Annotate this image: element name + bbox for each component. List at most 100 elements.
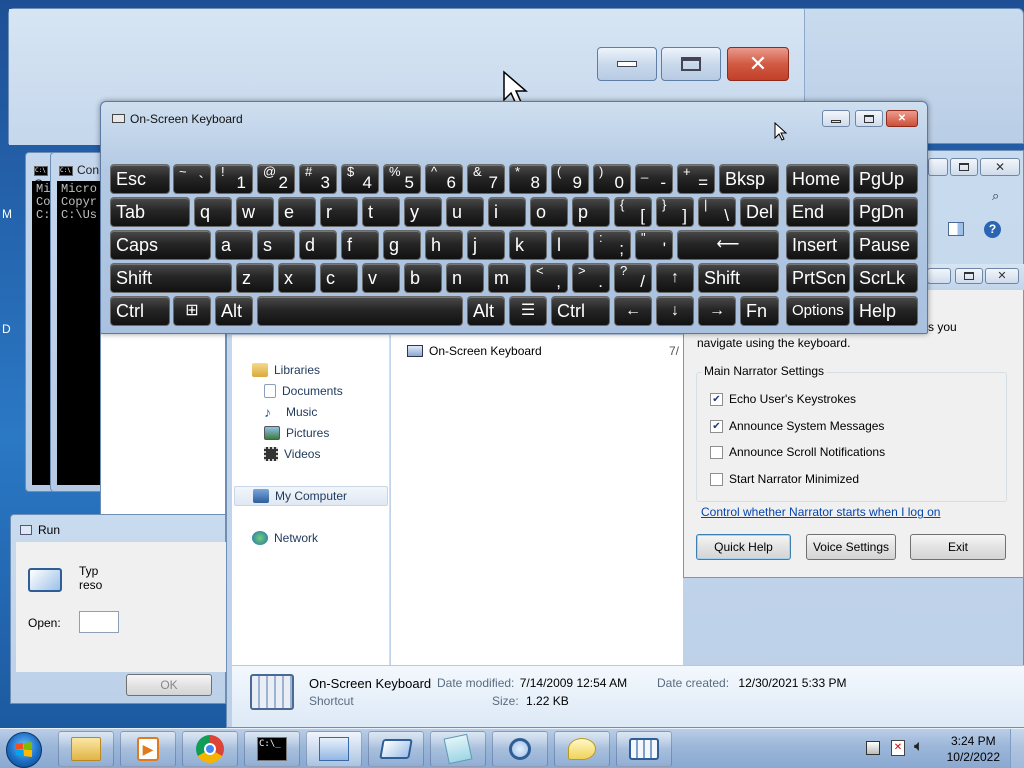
option-announce-scroll-notifications[interactable]: Announce Scroll Notifications — [710, 445, 885, 459]
key-ctrl[interactable]: Ctrl — [110, 296, 170, 326]
key-home[interactable]: Home — [786, 164, 850, 194]
taskbar-osk-running[interactable] — [616, 731, 672, 767]
taskbar-chrome[interactable] — [182, 731, 238, 767]
key-1[interactable]: ! 1 — [215, 164, 253, 194]
checkbox-checked-icon[interactable]: ✔ — [710, 392, 723, 406]
key-shift[interactable]: Shift — [698, 263, 779, 293]
key-scrlk[interactable]: ScrLk — [853, 263, 918, 293]
key-x[interactable]: x — [278, 263, 316, 293]
key-del[interactable]: Del — [740, 197, 779, 227]
show-desktop-button[interactable] — [1010, 729, 1024, 768]
key-v[interactable]: v — [362, 263, 400, 293]
key-caps[interactable]: Caps — [110, 230, 211, 260]
tray-network-icon[interactable] — [866, 741, 880, 755]
down-arrow-key[interactable]: ↓ — [656, 296, 694, 326]
quick-help-button[interactable]: Quick Help — [696, 534, 791, 560]
key-=[interactable]: + = — [677, 164, 715, 194]
key-h[interactable]: h — [425, 230, 463, 260]
narrator-startup-link[interactable]: Control whether Narrator starts when I l… — [701, 505, 940, 519]
narrator-close-button[interactable]: ✕ — [985, 268, 1019, 284]
key-0[interactable]: ) 0 — [593, 164, 631, 194]
key-k[interactable]: k — [509, 230, 547, 260]
key-j[interactable]: j — [467, 230, 505, 260]
key-insert[interactable]: Insert — [786, 230, 850, 260]
key-9[interactable]: (9 — [551, 164, 589, 194]
taskbar-notepad[interactable] — [430, 731, 486, 767]
key-7[interactable]: & 7 — [467, 164, 505, 194]
checkbox-unchecked-icon[interactable] — [710, 472, 723, 486]
explorer-maximize-button[interactable] — [950, 158, 978, 176]
taskbar-media-player[interactable]: ▶ — [120, 731, 176, 767]
osk-maximize-button[interactable] — [855, 110, 883, 127]
nav-item-music[interactable]: ♪ Music — [264, 402, 317, 422]
windows-key[interactable]: ⊞ — [173, 296, 211, 326]
key-w[interactable]: w — [236, 197, 274, 227]
key-alt[interactable]: Alt — [467, 296, 505, 326]
key-prtscn[interactable]: PrtScn — [786, 263, 850, 293]
key-options[interactable]: Options — [786, 296, 850, 326]
key-g[interactable]: g — [383, 230, 421, 260]
background-minimize-button[interactable] — [597, 47, 657, 81]
key-bksp[interactable]: Bksp — [719, 164, 779, 194]
explorer-minimize-button[interactable] — [928, 158, 948, 176]
run-open-input[interactable] — [79, 611, 119, 633]
key-6[interactable]: ^ 6 — [425, 164, 463, 194]
key-[[interactable]: {[ — [614, 197, 652, 227]
space-key[interactable] — [257, 296, 463, 326]
key-pgup[interactable]: PgUp — [853, 164, 918, 194]
key-u[interactable]: u — [446, 197, 484, 227]
key-ctrl[interactable]: Ctrl — [551, 296, 610, 326]
key-e[interactable]: e — [278, 197, 316, 227]
key-d[interactable]: d — [299, 230, 337, 260]
key-8[interactable]: * 8 — [509, 164, 547, 194]
key-tab[interactable]: Tab — [110, 197, 190, 227]
key-`[interactable]: ~ ` — [173, 164, 211, 194]
preview-pane-icon[interactable] — [948, 222, 964, 236]
key--[interactable]: _ - — [635, 164, 673, 194]
left-arrow-key[interactable]: ← — [614, 296, 652, 326]
taskbar-magnifier[interactable] — [492, 731, 548, 767]
tray-clock[interactable]: 3:24 PM 10/2/2022 — [947, 733, 1000, 765]
nav-item-my-computer[interactable]: My Computer — [234, 486, 388, 506]
key-l[interactable]: l — [551, 230, 589, 260]
key-i[interactable]: i — [488, 197, 526, 227]
key-5[interactable]: % 5 — [383, 164, 421, 194]
key-o[interactable]: o — [530, 197, 568, 227]
option-announce-system-messages[interactable]: ✔ Announce System Messages — [710, 419, 884, 433]
search-icon[interactable]: ⌕ — [992, 188, 1008, 204]
key-shift[interactable]: Shift — [110, 263, 232, 293]
key-end[interactable]: End — [786, 197, 850, 227]
menu-key[interactable]: ☰ — [509, 296, 547, 326]
key-c[interactable]: c — [320, 263, 358, 293]
key-fn[interactable]: Fn — [740, 296, 779, 326]
enter-key[interactable]: ⟵ — [677, 230, 779, 260]
key-y[interactable]: y — [404, 197, 442, 227]
option-echo-keystrokes[interactable]: ✔ Echo User's Keystrokes — [710, 392, 856, 406]
taskbar-file-explorer[interactable] — [58, 731, 114, 767]
start-button[interactable] — [6, 732, 42, 768]
key-\[interactable]: | \ — [698, 197, 736, 227]
key-n[interactable]: n — [446, 263, 484, 293]
key-'[interactable]: " ' — [635, 230, 673, 260]
background-maximize-button[interactable] — [661, 47, 721, 81]
voice-settings-button[interactable]: Voice Settings — [806, 534, 896, 560]
key-/[interactable]: ? / — [614, 263, 652, 293]
taskbar-narrator[interactable] — [554, 731, 610, 767]
narrator-maximize-button[interactable] — [955, 268, 983, 284]
tray-action-center-icon[interactable]: ✕ — [891, 740, 905, 756]
nav-item-pictures[interactable]: Pictures — [264, 423, 329, 443]
run-ok-button[interactable]: OK — [126, 674, 212, 696]
tray-volume-icon[interactable]: 🔈︎ — [914, 738, 924, 756]
osk-minimize-button[interactable] — [822, 110, 850, 127]
nav-item-network[interactable]: Network — [252, 528, 318, 548]
key-pgdn[interactable]: PgDn — [853, 197, 918, 227]
key-2[interactable]: @2 — [257, 164, 295, 194]
key-a[interactable]: a — [215, 230, 253, 260]
option-start-minimized[interactable]: Start Narrator Minimized — [710, 472, 859, 486]
osk-close-button[interactable]: ✕ — [886, 110, 918, 127]
key-s[interactable]: s — [257, 230, 295, 260]
checkbox-unchecked-icon[interactable] — [710, 445, 723, 459]
key-b[interactable]: b — [404, 263, 442, 293]
key-pause[interactable]: Pause — [853, 230, 918, 260]
key-4[interactable]: $4 — [341, 164, 379, 194]
